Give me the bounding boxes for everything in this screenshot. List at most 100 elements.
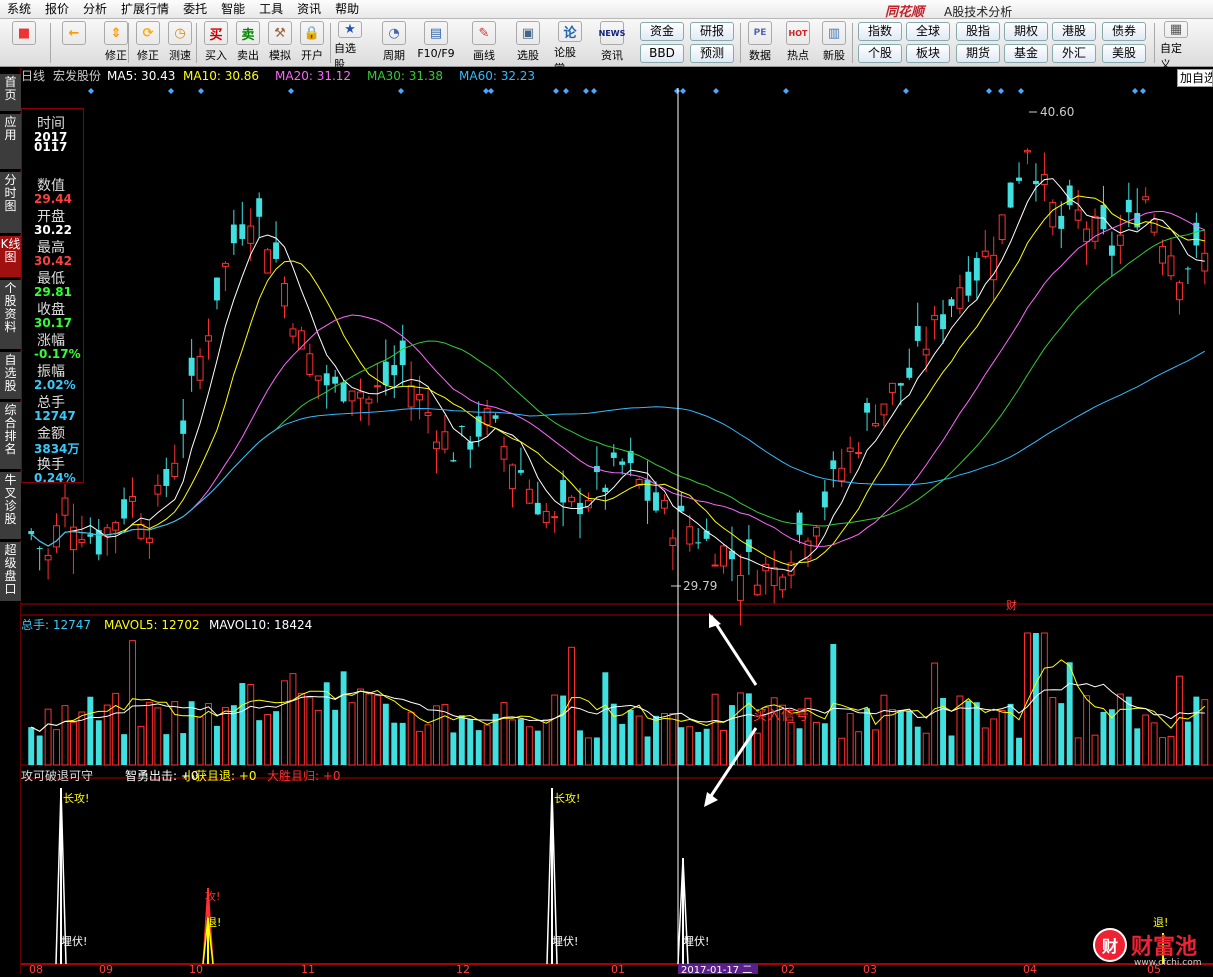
volume-bars [28, 632, 1209, 766]
menu-1[interactable]: 报价 [38, 0, 76, 19]
volume-bar [1040, 632, 1048, 766]
volume-bar [635, 715, 643, 766]
quick-5-0-button[interactable]: 期权 [1004, 22, 1048, 41]
candle-body [1049, 202, 1057, 228]
quick-0-0-button[interactable]: 资金 [640, 22, 684, 41]
周期-button[interactable]: ◔ 周期 [378, 21, 410, 65]
pencil-icon: ✎ [472, 21, 496, 45]
volume-bar [407, 711, 415, 766]
candle-body [669, 537, 677, 547]
测速-button[interactable]: ◷ 测速 [164, 21, 196, 65]
toolbar-label: 资讯 [601, 49, 623, 62]
quick-1-0-button[interactable]: 研报 [690, 22, 734, 41]
chart-canvas[interactable]: 日线 宏发股份 MA5: 30.43 MA10: 30.86 MA20: 31.12 MA… [21, 68, 1213, 976]
candle-body [653, 492, 659, 511]
volume-bar [880, 694, 888, 766]
数据-button[interactable]: PE 数据 [744, 21, 776, 65]
candle-body [602, 487, 609, 493]
volume-bar [711, 693, 719, 766]
toolbar-button[interactable]: ■ [8, 21, 40, 65]
quick-6-1-button[interactable]: 外汇 [1052, 44, 1096, 63]
volume-bar [416, 730, 424, 766]
nav-tab-7[interactable]: 牛叉诊股 [0, 472, 21, 540]
quick-2-1-button[interactable]: 个股 [858, 44, 902, 63]
论股堂-button[interactable]: 论论股堂 [554, 21, 586, 75]
新股-button[interactable]: ▥ 新股 [818, 21, 850, 65]
画线-button[interactable]: ✎ 画线 [468, 21, 500, 65]
自定义-button[interactable]: ▦ 自定义 [1160, 21, 1192, 71]
volume-bar [61, 705, 69, 766]
candle-body [880, 403, 888, 416]
volume-bar [180, 733, 187, 765]
candle-body [145, 537, 153, 544]
模拟-button[interactable]: ⚒ 模拟 [264, 21, 296, 65]
candle-body [221, 262, 229, 267]
quick-6-0-button[interactable]: 港股 [1052, 22, 1096, 41]
volume-bar [720, 729, 727, 766]
quick-3-0-button[interactable]: 全球 [906, 22, 950, 41]
kline-chart-area[interactable]: 日线 宏发股份 MA5: 30.43 MA10: 30.86 MA20: 31.12 MA… [21, 68, 1213, 976]
menu-2[interactable]: 分析 [76, 0, 114, 19]
volume-bar [1150, 722, 1158, 766]
quick-1-1-button[interactable]: 预测 [690, 44, 734, 63]
自选股-button[interactable]: ★ 自选股 [334, 21, 366, 71]
sell-icon: 卖 [236, 21, 260, 45]
nav-tab-6[interactable]: 综合排名 [0, 402, 21, 470]
candle-body [357, 391, 364, 399]
volume-bar [560, 695, 567, 765]
volume-bar [357, 688, 364, 766]
volume-bar [247, 684, 255, 766]
quick-2-0-button[interactable]: 指数 [858, 22, 902, 41]
F10/F9-button[interactable]: ▤ F10/F9 [417, 21, 455, 65]
volume-bar [1125, 696, 1132, 765]
menu-0[interactable]: 系统 [0, 0, 38, 19]
x-axis-month-6: 02 [781, 963, 795, 974]
选股-button[interactable]: ▣ 选股 [512, 21, 544, 65]
candle-body [551, 516, 559, 519]
资讯-button[interactable]: NEWS 资讯 [596, 21, 628, 65]
candle-body [171, 462, 179, 477]
nav-tab-0[interactable]: 首页 [0, 74, 21, 112]
卖出-button[interactable]: 卖卖出 [232, 21, 264, 65]
info-value: 12747 [34, 409, 76, 423]
clock-icon: ◷ [168, 21, 192, 45]
candle-body [897, 383, 904, 386]
volume-bar [441, 704, 449, 766]
quick-5-1-button[interactable]: 基金 [1004, 44, 1048, 63]
menu-8[interactable]: 帮助 [328, 0, 366, 19]
menu-4[interactable]: 委托 [176, 0, 214, 19]
candle-body [188, 357, 195, 376]
nav-tab-2[interactable]: 分时图 [0, 172, 21, 234]
volume-bar [467, 719, 474, 765]
nav-tab-8[interactable]: 超级盘口 [0, 542, 21, 602]
quick-4-1-button[interactable]: 期货 [956, 44, 1000, 63]
volume-bar [1184, 721, 1191, 765]
quick-3-1-button[interactable]: 板块 [906, 44, 950, 63]
signal-diamond [783, 88, 789, 94]
volume-bar [864, 708, 871, 765]
add-watchlist-button[interactable]: 加自选 [1177, 69, 1213, 87]
开户-button[interactable]: 🔒 开户 [296, 21, 328, 65]
volume-bar [584, 737, 592, 766]
toolbar-button[interactable]: ← [58, 21, 90, 65]
买入-button[interactable]: 买买入 [200, 21, 232, 65]
nav-tab-4[interactable]: 个股资料 [0, 280, 21, 350]
quick-4-0-button[interactable]: 股指 [956, 22, 1000, 41]
candle-body [314, 375, 322, 381]
menu-7[interactable]: 资讯 [290, 0, 328, 19]
nav-tab-3[interactable]: K线图 [0, 236, 21, 278]
quick-7-1-button[interactable]: 美股 [1102, 44, 1146, 63]
quick-7-0-button[interactable]: 债券 [1102, 22, 1146, 41]
menu-5[interactable]: 智能 [214, 0, 252, 19]
volume-bar [568, 646, 576, 766]
candle-body [838, 467, 846, 482]
nav-tab-5[interactable]: 自选股 [0, 352, 21, 400]
signal-diamond [583, 88, 589, 94]
volume-bar [796, 728, 803, 765]
nav-tab-1[interactable]: 应用 [0, 114, 21, 170]
修正-button[interactable]: ⟳ 修正 [132, 21, 164, 65]
menu-6[interactable]: 工具 [252, 0, 290, 19]
热点-button[interactable]: HOT 热点 [782, 21, 814, 65]
menu-3[interactable]: 扩展行情 [114, 0, 176, 19]
quick-0-1-button[interactable]: BBD [640, 44, 684, 63]
